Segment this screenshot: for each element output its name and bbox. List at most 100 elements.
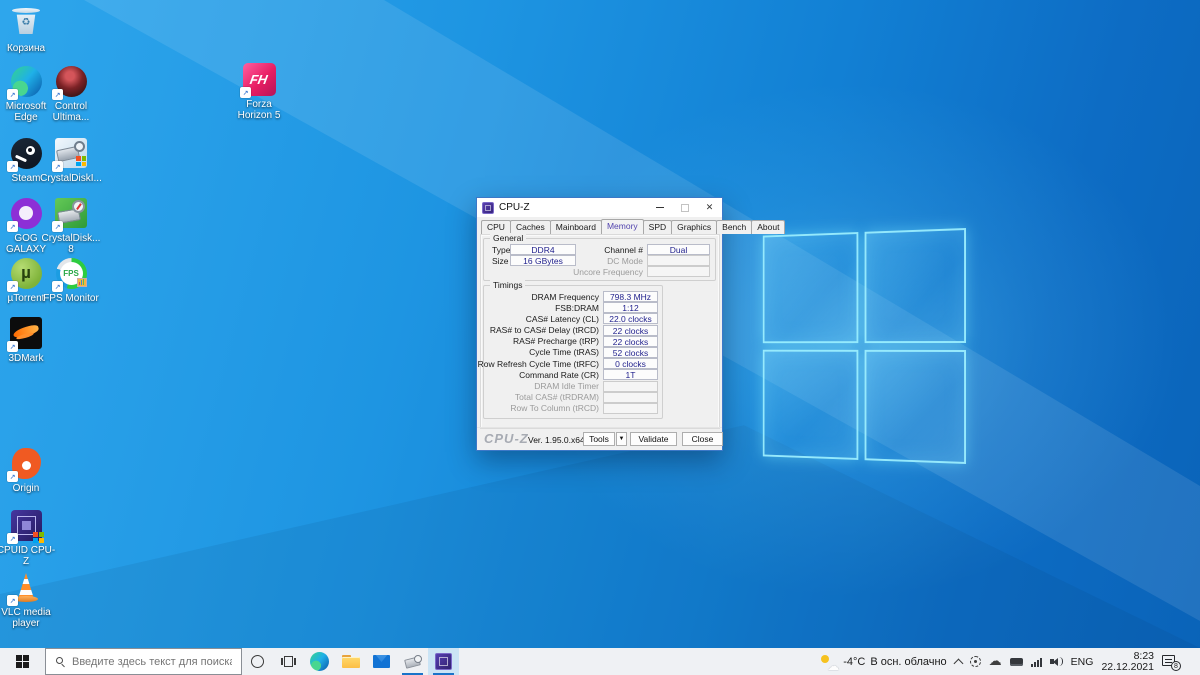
maximize-icon	[681, 204, 689, 212]
dc-mode-value-field	[647, 255, 710, 266]
folder-icon	[342, 655, 360, 668]
trcd-field[interactable]: 22 clocks	[603, 325, 658, 336]
command-rate-field[interactable]: 1T	[603, 369, 658, 380]
fps-monitor-icon: FPS ↗	[53, 255, 89, 291]
device-tray-icon[interactable]	[1010, 658, 1023, 666]
tab-about[interactable]: About	[751, 220, 785, 234]
shortcut-arrow-icon: ↗	[7, 221, 18, 232]
update-tray-icon[interactable]	[970, 656, 981, 667]
screen: ♻ Корзина ↗ Microsoft Edge ↗ Steam ↗ GOG…	[0, 0, 1200, 675]
uncore-frequency-label: Uncore Frequency	[573, 267, 643, 277]
desktop-icon-vlc[interactable]: ↗ VLC media player	[0, 569, 56, 629]
channel-value-field[interactable]: Dual	[647, 244, 710, 255]
desktop-icon-control-ultimate[interactable]: ↗ Control Ultima...	[41, 63, 101, 123]
timing-row-trfc: Row Refresh Cycle Time (tRFC) 0 clocks	[488, 358, 658, 369]
cpuz-icon	[435, 653, 452, 670]
tab-graphics[interactable]: Graphics	[671, 220, 717, 234]
mail-button[interactable]	[366, 648, 397, 675]
3dmark-icon: ↗	[8, 315, 44, 351]
tab-memory[interactable]: Memory	[601, 219, 644, 234]
steam-icon: ↗	[8, 135, 44, 171]
onedrive-icon[interactable]: ☁	[989, 655, 1002, 668]
close-button[interactable]: ✕	[697, 198, 722, 217]
windows-logo-pane	[864, 228, 966, 343]
shortcut-arrow-icon: ↗	[7, 161, 18, 172]
dc-mode-label: DC Mode	[607, 256, 643, 266]
timing-row-tras: Cycle Time (tRAS) 52 clocks	[488, 347, 658, 358]
tab-bench[interactable]: Bench	[716, 220, 752, 234]
file-explorer-button[interactable]	[335, 648, 366, 675]
icon-label: Корзина	[7, 43, 45, 54]
mail-icon	[373, 655, 390, 668]
start-button[interactable]	[0, 648, 45, 675]
hidden-icons-chevron[interactable]	[953, 658, 963, 668]
desktop-icon-fps-monitor[interactable]: FPS ↗ FPS Monitor	[41, 255, 101, 304]
channel-label: Channel #	[604, 245, 643, 255]
cortana-button[interactable]	[242, 648, 273, 675]
taskbar-edge-button[interactable]	[304, 648, 335, 675]
weather-widget[interactable]: ☁ -4°C В осн. облачно	[821, 654, 946, 669]
trfc-field[interactable]: 0 clocks	[603, 358, 658, 369]
tras-field[interactable]: 52 clocks	[603, 347, 658, 358]
windows-logo-pane	[864, 349, 966, 464]
desktop-icon-origin[interactable]: ↗ Origin	[0, 445, 56, 494]
validate-button[interactable]: Validate	[630, 432, 677, 446]
cpuz-titlebar[interactable]: CPU-Z ✕	[477, 198, 722, 217]
shortcut-arrow-icon: ↗	[7, 89, 18, 100]
tools-dropdown-button[interactable]: ▼	[616, 432, 627, 446]
desktop-icon-crystaldiskinfo[interactable]: ↗ CrystalDiskI...	[41, 135, 101, 184]
timing-row-total-cas: Total CAS# (tRDRAM)	[488, 392, 658, 403]
shortcut-arrow-icon: ↗	[7, 595, 18, 606]
timing-row-dram-frequency: DRAM Frequency 798.3 MHz	[488, 291, 658, 302]
language-indicator[interactable]: ENG	[1071, 656, 1094, 668]
crystaldiskmark-task-button[interactable]	[397, 648, 428, 675]
icon-label: µTorrent	[8, 293, 45, 304]
tab-caches[interactable]: Caches	[510, 220, 551, 234]
size-value-field[interactable]: 16 GBytes	[510, 255, 576, 266]
crystaldiskmark-icon	[404, 654, 422, 670]
taskbar-clock[interactable]: 8:23 22.12.2021	[1101, 651, 1154, 673]
timing-row-trp: RAS# Precharge (tRP) 22 clocks	[488, 336, 658, 347]
windows-logo-pane	[763, 349, 858, 460]
taskbar-search[interactable]	[45, 648, 242, 675]
icon-label: 3DMark	[8, 353, 43, 364]
search-input[interactable]	[72, 656, 232, 668]
network-signal-icon[interactable]	[1031, 657, 1042, 667]
edge-icon	[310, 652, 329, 671]
tab-spd[interactable]: SPD	[643, 220, 672, 234]
trp-field[interactable]: 22 clocks	[603, 336, 658, 347]
tab-mainboard[interactable]: Mainboard	[550, 220, 602, 234]
edge-icon: ↗	[8, 63, 44, 99]
volume-icon[interactable]	[1050, 657, 1063, 666]
cpuz-app-icon	[482, 202, 494, 214]
action-center-button[interactable]: 8	[1162, 654, 1179, 669]
type-value-field[interactable]: DDR4	[510, 244, 576, 255]
cas-latency-field[interactable]: 22.0 clocks	[603, 313, 658, 324]
task-view-button[interactable]	[273, 648, 304, 675]
desktop-icon-forza-horizon-5[interactable]: FH ↗ Forza Horizon 5	[229, 61, 289, 121]
shortcut-arrow-icon: ↗	[7, 533, 18, 544]
icon-label: Origin	[13, 483, 40, 494]
dram-idle-timer-field	[603, 381, 658, 392]
shortcut-arrow-icon: ↗	[52, 161, 63, 172]
crystaldiskmark-icon: ↗	[53, 195, 89, 231]
tools-button[interactable]: Tools	[583, 432, 615, 446]
desktop-icon-3dmark[interactable]: ↗ 3DMark	[0, 315, 56, 364]
desktop-icon-recycle-bin[interactable]: ♻ Корзина	[0, 5, 56, 54]
icon-label: Control Ultima...	[41, 101, 101, 123]
desktop-icon-crystaldiskmark[interactable]: ↗ CrystalDisk... 8	[41, 195, 101, 255]
minimize-button[interactable]	[647, 198, 672, 217]
dram-frequency-field[interactable]: 798.3 MHz	[603, 291, 658, 302]
general-legend: General	[490, 233, 526, 243]
weather-icon: ☁	[821, 654, 838, 669]
shortcut-arrow-icon: ↗	[52, 281, 63, 292]
icon-label: VLC media player	[0, 607, 56, 629]
tab-cpu[interactable]: CPU	[481, 220, 511, 234]
timings-group: Timings DRAM Frequency 798.3 MHz FSB:DRA…	[483, 285, 663, 419]
desktop-icon-cpuid-cpuz[interactable]: ↗ CPUID CPU-Z	[0, 507, 56, 567]
fsb-dram-field[interactable]: 1:12	[603, 302, 658, 313]
close-window-button[interactable]: Close	[682, 432, 723, 446]
system-tray: ☁ -4°C В осн. облачно ☁ ENG 8:23 22.12.2…	[821, 648, 1200, 675]
shortcut-arrow-icon: ↗	[7, 471, 18, 482]
cpuz-task-button[interactable]	[428, 648, 459, 675]
